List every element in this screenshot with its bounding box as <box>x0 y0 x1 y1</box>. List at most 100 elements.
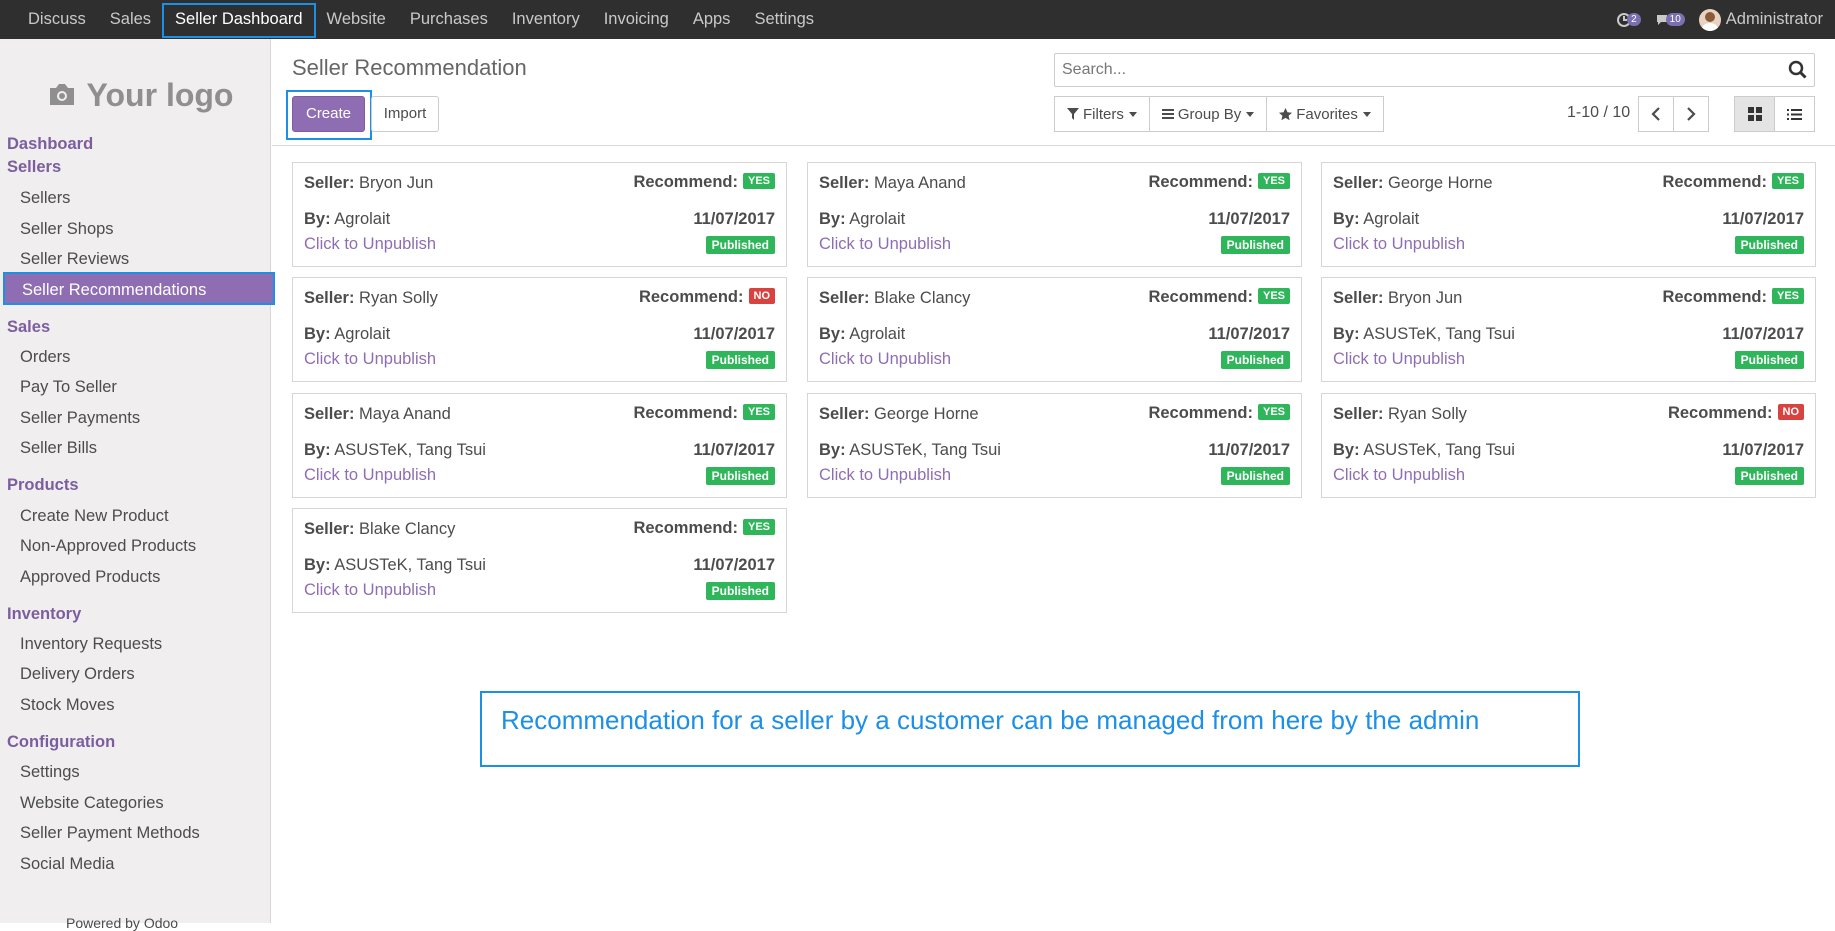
camera-icon <box>49 84 74 105</box>
pager-value[interactable]: 1-10 / 10 <box>1567 104 1630 122</box>
sidebar-item-website-categories[interactable]: Website Categories <box>20 794 164 813</box>
favorites-button[interactable]: Favorites <box>1266 96 1384 132</box>
menu-seller-dashboard[interactable]: Seller Dashboard <box>162 0 316 39</box>
sidebar-item-sellers[interactable]: Sellers <box>20 189 70 208</box>
sidebar-item-orders[interactable]: Orders <box>20 348 70 367</box>
seller-label: Seller: <box>819 174 870 192</box>
unpublish-link[interactable]: Click to Unpublish <box>304 466 436 485</box>
unpublish-link[interactable]: Click to Unpublish <box>819 466 951 485</box>
sidebar-item-inventory-requests[interactable]: Inventory Requests <box>20 635 162 654</box>
sidebar-item-approved-products[interactable]: Approved Products <box>20 568 160 587</box>
seller-line: Seller: Maya Anand <box>819 174 966 193</box>
kanban-card[interactable]: Seller: George Horne Recommend: YES By: A… <box>807 393 1302 498</box>
create-button[interactable]: Create <box>292 96 365 132</box>
powered-by[interactable]: Powered by Odoo <box>66 915 178 931</box>
kanban-view-button[interactable] <box>1734 96 1775 132</box>
sidebar-item-non-approved-products[interactable]: Non-Approved Products <box>20 537 196 556</box>
menu-sales[interactable]: Sales <box>98 0 163 39</box>
recommendation-date: 11/07/2017 <box>1208 441 1290 459</box>
menu-purchases[interactable]: Purchases <box>398 0 500 39</box>
sidebar-item-stock-moves[interactable]: Stock Moves <box>20 696 114 715</box>
search-icon[interactable] <box>1788 60 1808 80</box>
sidebar-item-create-new-product[interactable]: Create New Product <box>20 507 169 526</box>
unpublish-link[interactable]: Click to Unpublish <box>1333 466 1465 485</box>
seller-label: Seller: <box>304 174 355 192</box>
unpublish-link[interactable]: Click to Unpublish <box>819 235 951 254</box>
kanban-card[interactable]: Seller: Bryon Jun Recommend: YES By: Agro… <box>292 162 787 267</box>
seller-name: Maya Anand <box>359 405 451 423</box>
sidebar-item-pay-to-seller[interactable]: Pay To Seller <box>20 378 117 397</box>
pager-previous-button[interactable] <box>1638 96 1674 132</box>
kanban-card[interactable]: Seller: Ryan Solly Recommend: NO By: Agro… <box>292 277 787 382</box>
customer-name: ASUSTeK, Tang Tsui <box>1363 325 1515 343</box>
unpublish-link[interactable]: Click to Unpublish <box>304 235 436 254</box>
kanban-card[interactable]: Seller: Ryan Solly Recommend: NO By: ASUS… <box>1321 393 1816 498</box>
kanban-card[interactable]: Seller: George Horne Recommend: YES By: A… <box>1321 162 1816 267</box>
section-inventory: Inventory <box>7 605 82 623</box>
section-dashboard[interactable]: Dashboard <box>7 135 93 154</box>
by-label: By: <box>304 556 331 574</box>
customer-name: Agrolait <box>849 325 906 343</box>
customer-name: ASUSTeK, Tang Tsui <box>849 441 1001 459</box>
kanban-card[interactable]: Seller: Maya Anand Recommend: YES By: ASU… <box>292 393 787 498</box>
unpublish-link[interactable]: Click to Unpublish <box>304 581 436 600</box>
activity-button[interactable]: 2 <box>1616 12 1641 28</box>
by-label: By: <box>819 441 846 459</box>
seller-line: Seller: Bryon Jun <box>1333 289 1462 308</box>
logo-text: Your logo <box>86 76 234 113</box>
pager-next-button[interactable] <box>1673 96 1709 132</box>
sidebar-item-social-media[interactable]: Social Media <box>20 855 114 874</box>
menu-invoicing[interactable]: Invoicing <box>592 0 681 39</box>
unpublish-link[interactable]: Click to Unpublish <box>304 350 436 369</box>
chevron-down-icon <box>1362 111 1371 117</box>
kanban-card[interactable]: Seller: Maya Anand Recommend: YES By: Agr… <box>807 162 1302 267</box>
search-input[interactable] <box>1055 55 1788 85</box>
sidebar-item-seller-payments[interactable]: Seller Payments <box>20 409 140 428</box>
search-options: Filters Group By Favorites <box>1054 96 1384 132</box>
seller-line: Seller: Ryan Solly <box>304 289 438 308</box>
sidebar-item-seller-shops[interactable]: Seller Shops <box>20 220 114 239</box>
list-view-button[interactable] <box>1774 96 1815 132</box>
customer-name: Agrolait <box>334 210 391 228</box>
filters-button[interactable]: Filters <box>1054 96 1150 132</box>
sidebar-item-seller-recommendations[interactable]: Seller Recommendations <box>3 272 275 305</box>
sidebar-item-delivery-orders[interactable]: Delivery Orders <box>20 665 135 684</box>
sidebar-item-settings[interactable]: Settings <box>20 763 80 782</box>
recommend-label: Recommend: <box>1667 404 1773 422</box>
menu-apps[interactable]: Apps <box>681 0 743 39</box>
by-label: By: <box>304 441 331 459</box>
chevron-down-icon <box>1128 111 1137 117</box>
by-line: By: ASUSTeK, Tang Tsui <box>1333 441 1515 460</box>
seller-name: Blake Clancy <box>874 289 971 307</box>
user-menu[interactable]: Administrator <box>1698 8 1823 31</box>
recommend-label: Recommend: <box>633 173 738 191</box>
menu-discuss[interactable]: Discuss <box>16 0 98 39</box>
list-icon <box>1787 108 1802 120</box>
published-badge: Published <box>1734 351 1804 369</box>
section-sales: Sales <box>7 318 51 336</box>
filter-icon <box>1067 108 1079 120</box>
kanban-card[interactable]: Seller: Blake Clancy Recommend: YES By: A… <box>292 508 787 613</box>
unpublish-link[interactable]: Click to Unpublish <box>1333 235 1465 254</box>
by-label: By: <box>304 325 331 343</box>
unpublish-link[interactable]: Click to Unpublish <box>1333 350 1465 369</box>
sidebar-item-seller-reviews[interactable]: Seller Reviews <box>20 250 129 269</box>
sidebar-item-seller-payment-methods[interactable]: Seller Payment Methods <box>20 824 200 843</box>
unpublish-link[interactable]: Click to Unpublish <box>819 350 951 369</box>
seller-line: Seller: George Horne <box>819 405 979 424</box>
published-badge: Published <box>1220 236 1290 254</box>
kanban-icon <box>1747 107 1762 121</box>
activity-count: 2 <box>1627 13 1641 26</box>
seller-label: Seller: <box>1333 174 1384 192</box>
sidebar-item-seller-bills[interactable]: Seller Bills <box>20 439 97 458</box>
recommend-label: Recommend: <box>1662 288 1767 306</box>
import-button[interactable]: Import <box>371 96 439 132</box>
kanban-card[interactable]: Seller: Blake Clancy Recommend: YES By: A… <box>807 277 1302 382</box>
menu-settings[interactable]: Settings <box>742 0 826 39</box>
menu-inventory[interactable]: Inventory <box>500 0 592 39</box>
published-badge: Published <box>705 467 775 485</box>
menu-website[interactable]: Website <box>315 0 398 39</box>
messages-button[interactable]: 10 <box>1655 13 1685 27</box>
groupby-button[interactable]: Group By <box>1148 96 1268 132</box>
kanban-card[interactable]: Seller: Bryon Jun Recommend: YES By: ASUS… <box>1321 277 1816 382</box>
